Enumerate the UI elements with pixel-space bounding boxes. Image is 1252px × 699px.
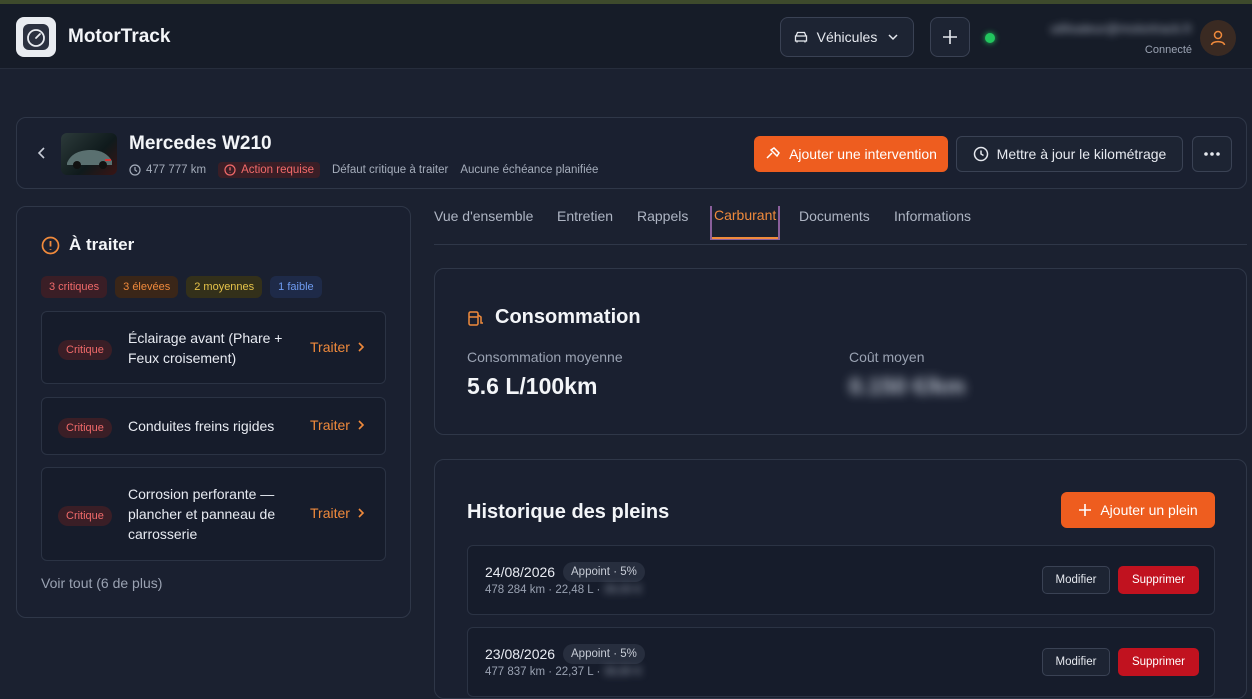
treat-link[interactable]: Traiter xyxy=(310,339,366,355)
chip-critical[interactable]: 3 critiques xyxy=(41,276,108,298)
consumption-card: Consommation Consommation moyenne 5.6 L/… xyxy=(434,268,1247,435)
add-intervention-button[interactable]: Ajouter une intervention xyxy=(754,136,948,172)
todo-title-text: À traiter xyxy=(69,235,135,254)
todo-item-label: Éclairage avant (Phare + Feux croisement… xyxy=(128,330,283,366)
consumption-title-text: Consommation xyxy=(495,306,641,328)
todo-panel: À traiter 3 critiques 3 élevées 2 moyenn… xyxy=(16,206,411,618)
status-text: Action requise xyxy=(241,164,314,176)
car-icon xyxy=(794,31,807,43)
severity-badge: Critique xyxy=(58,340,112,360)
refuel-date: 23/08/2026 xyxy=(485,646,556,662)
refuel-date: 24/08/2026 xyxy=(485,564,556,580)
chip-medium[interactable]: 2 moyennes xyxy=(186,276,263,298)
refuel-type-badge: Appoint · 5% xyxy=(563,644,645,664)
logo[interactable] xyxy=(16,17,56,57)
tab-bar: Vue d'ensemble Entretien Rappels Carbura… xyxy=(434,206,1247,245)
todo-item[interactable]: Critique Conduites freins rigides Traite… xyxy=(41,397,386,455)
vehicle-note-deadline: Aucune échéance planifiée xyxy=(460,164,599,176)
tab-overview[interactable]: Vue d'ensemble xyxy=(434,208,533,224)
refuel-price: 38,80 € xyxy=(603,666,642,678)
fuel-history-card: Historique des pleins Ajouter un plein 2… xyxy=(434,459,1247,699)
treat-link[interactable]: Traiter xyxy=(310,417,366,433)
user-email: utilisateur@motortrack.fr xyxy=(1050,21,1192,36)
top-bar: MotorTrack Véhicules utilisateur@motortr… xyxy=(0,4,1252,69)
see-all-link[interactable]: Voir tout (6 de plus) xyxy=(41,575,162,591)
vehicle-name: Mercedes W210 xyxy=(129,133,272,154)
vehicle-km: 477 777 km xyxy=(146,164,207,176)
chip-high[interactable]: 3 élevées xyxy=(115,276,179,298)
vehicles-dropdown[interactable]: Véhicules xyxy=(780,17,914,57)
treat-label: Traiter xyxy=(310,417,350,433)
update-mileage-button[interactable]: Mettre à jour le kilométrage xyxy=(956,136,1183,172)
vehicle-header-card: Mercedes W210 477 777 km Action requise … xyxy=(16,117,1247,189)
tab-reminders[interactable]: Rappels xyxy=(637,208,688,224)
plus-icon xyxy=(943,30,957,44)
chevron-right-icon xyxy=(358,420,365,430)
avg-consumption-label: Consommation moyenne xyxy=(467,349,623,365)
vehicle-note-defect: Défaut critique à traiter xyxy=(331,164,449,176)
vehicles-label: Véhicules xyxy=(816,29,878,45)
vehicle-meta: 477 777 km Action requise Défaut critiqu… xyxy=(129,162,598,178)
todo-item[interactable]: Critique Éclairage avant (Phare + Feux c… xyxy=(41,311,386,384)
tab-fuel[interactable]: Carburant xyxy=(710,206,781,240)
tab-information[interactable]: Informations xyxy=(894,208,971,224)
chip-low[interactable]: 1 faible xyxy=(270,276,322,298)
refuel-meta: 477 837 km · 22,37 L · 38,80 € xyxy=(485,666,642,678)
todo-item-label: Conduites freins rigides xyxy=(128,418,275,434)
clock-icon xyxy=(129,164,141,176)
refuel-meta: 478 284 km · 22,48 L · 39,00 € xyxy=(485,584,642,596)
delete-button[interactable]: Supprimer xyxy=(1118,648,1199,676)
avg-consumption-value: 5.6 L/100km xyxy=(467,373,598,399)
refuel-row: 24/08/2026 Appoint · 5% 478 284 km · 22,… xyxy=(467,545,1215,615)
user-avatar[interactable] xyxy=(1200,20,1236,56)
edit-button[interactable]: Modifier xyxy=(1042,648,1110,676)
status-badge: Action requise xyxy=(218,162,320,178)
chevron-down-icon xyxy=(888,34,898,41)
tab-documents[interactable]: Documents xyxy=(799,208,870,224)
severity-badge: Critique xyxy=(58,418,112,438)
plus-icon xyxy=(1079,504,1092,516)
add-refuel-label: Ajouter un plein xyxy=(1100,502,1198,518)
refuel-price: 39,00 € xyxy=(603,584,642,596)
online-status-dot xyxy=(985,33,995,43)
history-title: Historique des pleins xyxy=(467,501,670,523)
wrench-icon xyxy=(766,147,781,159)
todo-title: À traiter xyxy=(41,235,134,255)
user-icon xyxy=(1210,30,1226,46)
vehicle-thumbnail xyxy=(61,133,117,175)
more-horizontal-icon xyxy=(1204,152,1220,156)
refuel-type-badge: Appoint · 5% xyxy=(563,562,645,582)
speedometer-icon xyxy=(23,24,49,50)
add-refuel-button[interactable]: Ajouter un plein xyxy=(1061,492,1215,528)
fuel-pump-icon xyxy=(468,310,483,326)
alert-circle-icon xyxy=(224,164,236,176)
consumption-title: Consommation xyxy=(467,306,641,329)
app-name: MotorTrack xyxy=(68,26,171,47)
refuel-row: 23/08/2026 Appoint · 5% 477 837 km · 22,… xyxy=(467,627,1215,697)
add-button[interactable] xyxy=(930,17,970,57)
priority-chips: 3 critiques 3 élevées 2 moyennes 1 faibl… xyxy=(41,276,322,298)
todo-item-label: Corrosion perforante — plancher et panne… xyxy=(128,486,276,542)
treat-label: Traiter xyxy=(310,339,350,355)
alert-circle-icon xyxy=(41,236,60,254)
chevron-right-icon xyxy=(358,508,365,518)
avg-cost-value: 0.150 €/km xyxy=(849,373,966,399)
more-options-button[interactable] xyxy=(1192,136,1232,172)
severity-badge: Critique xyxy=(58,506,112,526)
todo-item[interactable]: Critique Corrosion perforante — plancher… xyxy=(41,467,386,561)
update-mileage-label: Mettre à jour le kilométrage xyxy=(996,146,1167,162)
avg-cost-label: Coût moyen xyxy=(849,349,925,365)
user-status: Connecté xyxy=(1144,44,1192,56)
chevron-right-icon xyxy=(358,342,365,352)
clock-icon xyxy=(973,146,988,162)
tab-maintenance[interactable]: Entretien xyxy=(557,208,613,224)
treat-link[interactable]: Traiter xyxy=(310,505,366,521)
chevron-left-icon[interactable] xyxy=(35,146,49,160)
treat-label: Traiter xyxy=(310,505,350,521)
delete-button[interactable]: Supprimer xyxy=(1118,566,1199,594)
edit-button[interactable]: Modifier xyxy=(1042,566,1110,594)
km-info: 477 777 km xyxy=(129,164,206,176)
add-intervention-label: Ajouter une intervention xyxy=(789,146,937,162)
